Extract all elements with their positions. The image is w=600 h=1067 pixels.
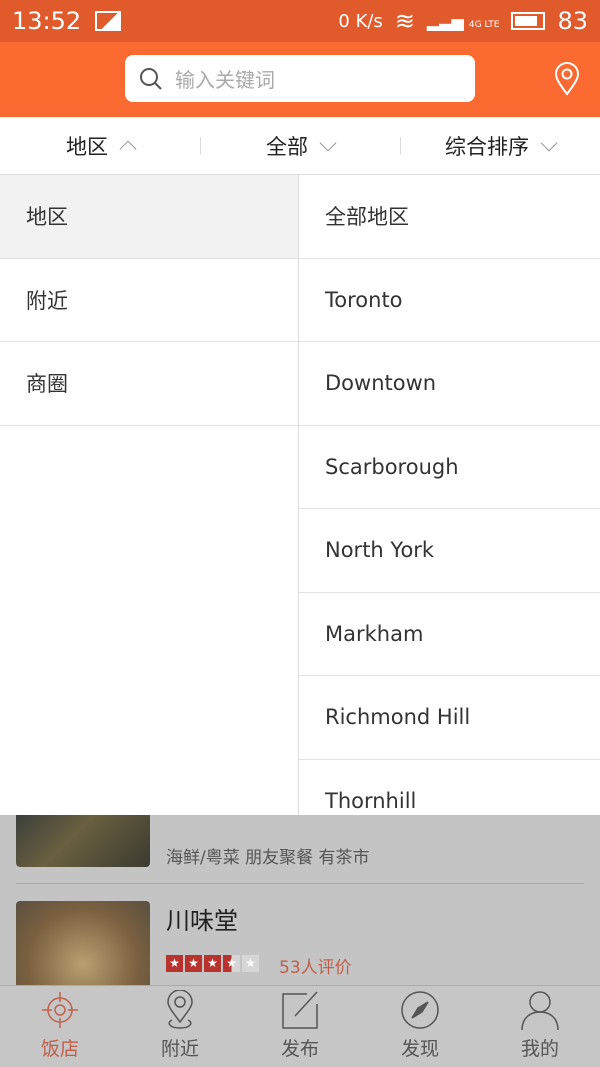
region-item[interactable]: Downtown bbox=[299, 342, 600, 426]
filter-bar: 地区 全部 综合排序 bbox=[0, 117, 600, 175]
region-item[interactable]: Toronto bbox=[299, 259, 600, 342]
divider bbox=[16, 883, 584, 884]
region-item[interactable]: Richmond Hill bbox=[299, 676, 600, 760]
battery-level: 83 bbox=[557, 7, 588, 35]
battery-icon bbox=[511, 12, 546, 30]
region-type-item[interactable]: 地区 bbox=[0, 175, 298, 259]
region-item[interactable]: Markham bbox=[299, 593, 600, 676]
restaurant-photo bbox=[16, 815, 150, 867]
net-speed: 0 K/s bbox=[338, 10, 383, 32]
status-bar: 13:52 0 K/s ≋ ▂▃▅ 4G LTE 83 bbox=[0, 0, 600, 42]
restaurant-tags: 海鲜/粤菜 朋友聚餐 有茶市 bbox=[166, 848, 370, 868]
location-pin-icon[interactable] bbox=[554, 62, 580, 96]
signal-icon: ▂▃▅ 4G LTE bbox=[426, 11, 500, 31]
filter-label: 综合排序 bbox=[445, 134, 529, 159]
edit-icon bbox=[282, 991, 318, 1029]
chevron-down-icon bbox=[319, 134, 337, 151]
search-input[interactable]: 输入关键词 bbox=[125, 55, 475, 102]
region-item[interactable]: 全部地区 bbox=[299, 175, 600, 259]
region-type-item[interactable]: 商圈 bbox=[0, 342, 298, 426]
tab-label: 发布 bbox=[280, 1038, 319, 1060]
region-item[interactable]: Scarborough bbox=[299, 426, 600, 509]
chevron-up-icon bbox=[119, 140, 137, 157]
tab-restaurants[interactable]: 饭店 bbox=[0, 986, 120, 1067]
filter-category[interactable]: 全部 bbox=[200, 117, 400, 174]
bottom-nav: 饭店 附近 发布 发现 我的 bbox=[0, 985, 600, 1067]
filter-region[interactable]: 地区 bbox=[0, 117, 200, 174]
tab-profile[interactable]: 我的 bbox=[480, 986, 600, 1067]
tab-label: 发现 bbox=[400, 1038, 439, 1060]
search-placeholder: 输入关键词 bbox=[175, 68, 275, 92]
user-icon bbox=[521, 991, 559, 1030]
tab-label: 我的 bbox=[520, 1038, 559, 1060]
rating-stars: ★ ★ ★ ★ ★ bbox=[166, 955, 259, 972]
restaurant-photo bbox=[16, 901, 150, 985]
filter-label: 地区 bbox=[66, 134, 108, 159]
image-icon bbox=[95, 11, 122, 31]
review-count: 53人评价 bbox=[279, 958, 352, 978]
tab-nearby[interactable]: 附近 bbox=[120, 986, 240, 1067]
search-icon bbox=[140, 67, 162, 90]
region-type-item[interactable]: 附近 bbox=[0, 259, 298, 342]
location-pin-icon bbox=[167, 990, 193, 1029]
header: 输入关键词 bbox=[0, 42, 600, 117]
tab-discover[interactable]: 发现 bbox=[360, 986, 480, 1067]
region-type-list: 地区 附近 商圈 bbox=[0, 175, 299, 815]
tab-publish[interactable]: 发布 bbox=[240, 986, 360, 1067]
target-icon bbox=[42, 992, 78, 1028]
tab-label: 附近 bbox=[160, 1038, 199, 1060]
compass-icon bbox=[401, 991, 439, 1029]
restaurant-name: 川味堂 bbox=[166, 907, 238, 935]
region-list: 全部地区 Toronto Downtown Scarborough North … bbox=[299, 175, 600, 815]
filter-label: 全部 bbox=[266, 134, 308, 159]
clock: 13:52 bbox=[12, 7, 82, 35]
region-item[interactable]: Thornhill bbox=[299, 760, 600, 816]
region-item[interactable]: North York bbox=[299, 509, 600, 593]
filter-sort[interactable]: 综合排序 bbox=[400, 117, 600, 174]
wifi-icon: ≋ bbox=[394, 7, 415, 35]
restaurant-list: ★★★★★ 海鲜/粤菜 朋友聚餐 有茶市 川味堂 ★★★★★ 53人评价 bbox=[0, 815, 600, 985]
region-dropdown: 地区 附近 商圈 全部地区 Toronto Downtown Scarborou… bbox=[0, 175, 600, 815]
chevron-down-icon bbox=[540, 134, 558, 151]
tab-label: 饭店 bbox=[40, 1038, 79, 1060]
